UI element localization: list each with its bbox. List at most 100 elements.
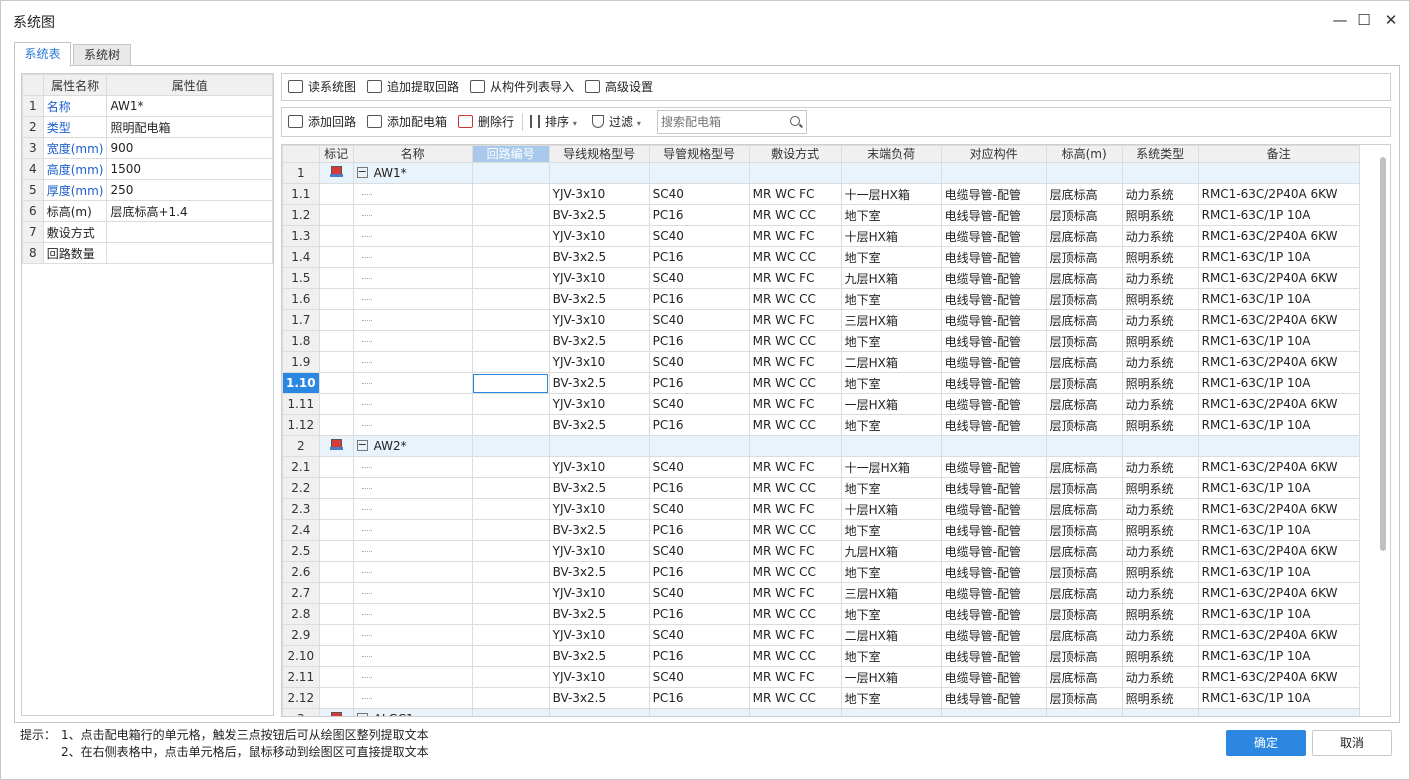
circuit-row[interactable]: 2.6 BV-3x2.5 PC16 MR WC CC 地下室 电线导管-配管 层顶标高 照明系… xyxy=(282,561,1360,583)
row-index[interactable]: 1.9 xyxy=(282,351,320,373)
laying-method-cell[interactable]: MR WC FC xyxy=(748,540,842,562)
remark-cell[interactable]: RMC1-63C/2P40A 6KW xyxy=(1197,183,1360,205)
circuit-number-cell[interactable] xyxy=(471,246,550,268)
name-cell[interactable] xyxy=(352,582,473,604)
system-type-cell[interactable]: 照明系统 xyxy=(1121,246,1199,268)
minimize-icon[interactable]: — xyxy=(1327,9,1353,31)
column-header-pipe-spec[interactable]: 导管规格型号 xyxy=(648,145,750,163)
prop-row[interactable]: 5 厚度(mm) 250 xyxy=(22,179,273,201)
component-cell[interactable]: 电缆导管-配管 xyxy=(940,351,1047,373)
wire-spec-cell[interactable]: YJV-3x10 xyxy=(548,666,650,688)
remark-cell[interactable]: RMC1-63C/2P40A 6KW xyxy=(1197,624,1360,646)
prop-row[interactable]: 3 宽度(mm) 900 xyxy=(22,137,273,159)
name-cell[interactable] xyxy=(352,267,473,289)
import-from-list-button[interactable]: 从构件列表导入 xyxy=(470,74,574,100)
system-type-cell[interactable]: 动力系统 xyxy=(1121,498,1199,520)
empty-cell[interactable] xyxy=(1045,708,1123,716)
laying-method-cell[interactable]: MR WC CC xyxy=(748,603,842,625)
component-cell[interactable]: 电线导管-配管 xyxy=(940,330,1047,352)
name-cell[interactable] xyxy=(352,519,473,541)
prop-row[interactable]: 2 类型 照明配电箱 xyxy=(22,116,273,138)
row-index[interactable]: 1.10 xyxy=(282,372,320,394)
system-type-cell[interactable]: 动力系统 xyxy=(1121,183,1199,205)
row-index[interactable]: 2.3 xyxy=(282,498,320,520)
pipe-spec-cell[interactable]: PC16 xyxy=(648,687,750,709)
name-cell[interactable]: − AW2* xyxy=(352,435,473,457)
component-cell[interactable]: 电缆导管-配管 xyxy=(940,183,1047,205)
elevation-cell[interactable]: 层顶标高 xyxy=(1045,204,1123,226)
circuit-number-cell[interactable] xyxy=(471,666,550,688)
empty-cell[interactable] xyxy=(548,708,650,716)
pipe-spec-cell[interactable]: SC40 xyxy=(648,351,750,373)
system-type-cell[interactable]: 照明系统 xyxy=(1121,477,1199,499)
mark-cell[interactable] xyxy=(318,414,354,436)
row-index[interactable]: 1.5 xyxy=(282,267,320,289)
name-cell[interactable] xyxy=(352,603,473,625)
component-cell[interactable]: 电缆导管-配管 xyxy=(940,309,1047,331)
circuit-number-cell[interactable] xyxy=(471,288,550,310)
component-cell[interactable]: 电缆导管-配管 xyxy=(940,624,1047,646)
remark-cell[interactable]: RMC1-63C/2P40A 6KW xyxy=(1197,351,1360,373)
search-input[interactable] xyxy=(658,111,786,133)
elevation-cell[interactable]: 层顶标高 xyxy=(1045,519,1123,541)
empty-cell[interactable] xyxy=(940,708,1047,716)
prop-row[interactable]: 4 高度(mm) 1500 xyxy=(22,158,273,180)
column-header-row-index[interactable] xyxy=(282,145,320,163)
empty-cell[interactable] xyxy=(548,435,650,457)
wire-spec-cell[interactable]: BV-3x2.5 xyxy=(548,603,650,625)
component-cell[interactable]: 电缆导管-配管 xyxy=(940,540,1047,562)
empty-cell[interactable] xyxy=(1121,708,1199,716)
column-header-mark[interactable]: 标记 xyxy=(318,145,354,163)
mark-cell[interactable] xyxy=(318,645,354,667)
mark-cell[interactable] xyxy=(318,603,354,625)
system-type-cell[interactable]: 动力系统 xyxy=(1121,393,1199,415)
component-cell[interactable]: 电线导管-配管 xyxy=(940,288,1047,310)
end-load-cell[interactable]: 九层HX箱 xyxy=(840,267,942,289)
wire-spec-cell[interactable]: BV-3x2.5 xyxy=(548,561,650,583)
end-load-cell[interactable]: 二层HX箱 xyxy=(840,624,942,646)
pipe-spec-cell[interactable]: PC16 xyxy=(648,519,750,541)
add-distribution-box-button[interactable]: 添加配电箱 xyxy=(367,109,447,135)
pipe-spec-cell[interactable]: PC16 xyxy=(648,246,750,268)
laying-method-cell[interactable]: MR WC FC xyxy=(748,393,842,415)
mark-cell[interactable] xyxy=(318,477,354,499)
end-load-cell[interactable]: 九层HX箱 xyxy=(840,540,942,562)
name-cell[interactable]: − ALGC1 xyxy=(352,708,473,716)
system-type-cell[interactable]: 动力系统 xyxy=(1121,309,1199,331)
circuit-row[interactable]: 1.12 BV-3x2.5 PC16 MR WC CC 地下室 电线导管-配管 层顶标高 照明… xyxy=(282,414,1360,436)
empty-cell[interactable] xyxy=(840,708,942,716)
circuit-row[interactable]: 1.3 YJV-3x10 SC40 MR WC FC 十层HX箱 电缆导管-配管 层底标高动… xyxy=(282,225,1360,247)
column-header-laying-method[interactable]: 敷设方式 xyxy=(748,145,842,163)
filter-button[interactable]: 过滤 ▾ xyxy=(592,109,641,135)
circuit-row[interactable]: 1.11 YJV-3x10 SC40 MR WC FC 一层HX箱 电缆导管-配管 层底标高… xyxy=(282,393,1360,415)
row-index[interactable]: 1.7 xyxy=(282,309,320,331)
name-cell[interactable] xyxy=(352,624,473,646)
prop-value-cell[interactable]: 250 xyxy=(106,179,273,201)
column-header-circuit-number[interactable]: 回路编号 xyxy=(471,145,550,163)
elevation-cell[interactable]: 层底标高 xyxy=(1045,225,1123,247)
pipe-spec-cell[interactable]: PC16 xyxy=(648,372,750,394)
elevation-cell[interactable]: 层顶标高 xyxy=(1045,603,1123,625)
end-load-cell[interactable]: 地下室 xyxy=(840,330,942,352)
row-index[interactable]: 2.2 xyxy=(282,477,320,499)
circuit-number-cell[interactable] xyxy=(471,645,550,667)
empty-cell[interactable] xyxy=(471,162,550,184)
pipe-spec-cell[interactable]: SC40 xyxy=(648,540,750,562)
advanced-settings-button[interactable]: 高级设置 xyxy=(585,74,653,100)
mark-cell[interactable] xyxy=(318,288,354,310)
collapse-icon[interactable]: − xyxy=(356,166,368,178)
elevation-cell[interactable]: 层底标高 xyxy=(1045,183,1123,205)
mark-cell[interactable] xyxy=(318,330,354,352)
pipe-spec-cell[interactable]: PC16 xyxy=(648,414,750,436)
mark-cell[interactable] xyxy=(318,183,354,205)
prop-row[interactable]: 7 敷设方式 xyxy=(22,221,273,243)
empty-cell[interactable] xyxy=(648,162,750,184)
end-load-cell[interactable]: 十层HX箱 xyxy=(840,498,942,520)
component-cell[interactable]: 电线导管-配管 xyxy=(940,519,1047,541)
pipe-spec-cell[interactable]: SC40 xyxy=(648,498,750,520)
circuit-row[interactable]: 2.7 YJV-3x10 SC40 MR WC FC 三层HX箱 电缆导管-配管 层底标高动… xyxy=(282,582,1360,604)
row-index[interactable]: 2.6 xyxy=(282,561,320,583)
row-index[interactable]: 1 xyxy=(282,162,320,184)
mark-cell[interactable] xyxy=(318,225,354,247)
remark-cell[interactable]: RMC1-63C/1P 10A xyxy=(1197,414,1360,436)
